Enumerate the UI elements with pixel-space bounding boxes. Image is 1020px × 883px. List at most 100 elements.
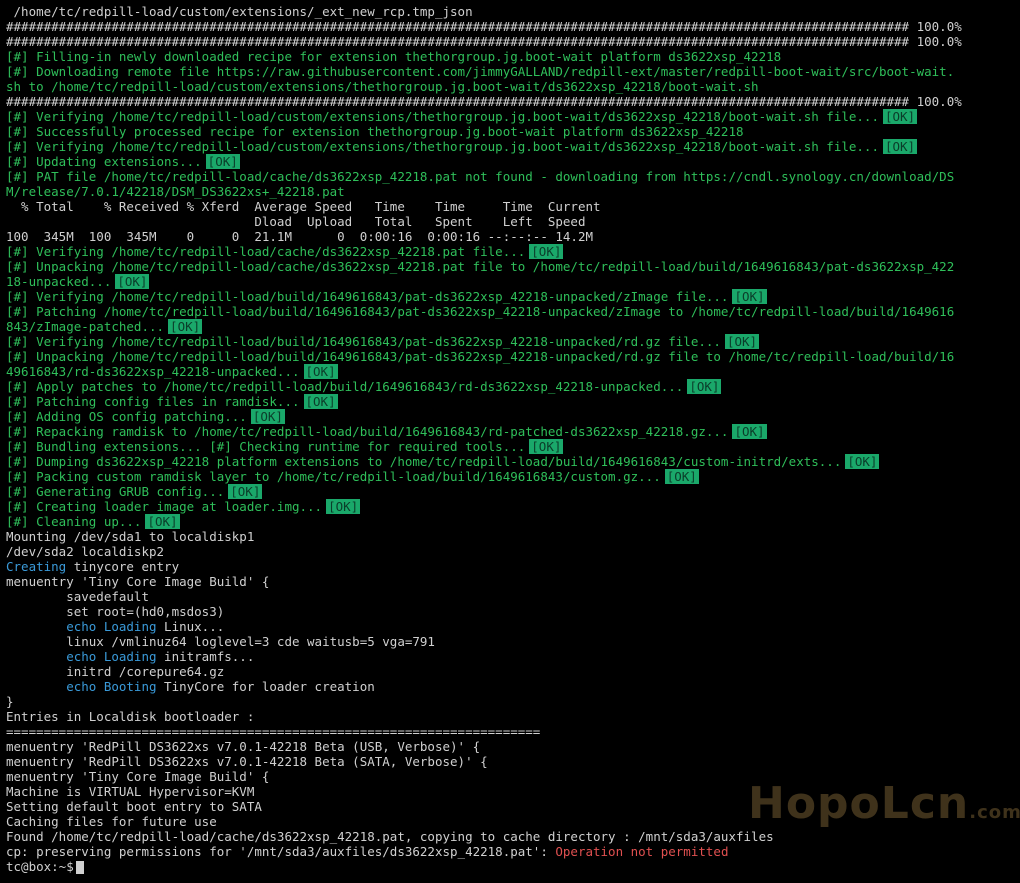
terminal-text: Machine is VIRTUAL Hypervisor=KVM: [6, 784, 255, 799]
terminal-line: [#] Bundling extensions... [#] Checking …: [6, 439, 1018, 454]
terminal-text: [#] Verifying /home/tc/redpill-load/cust…: [6, 109, 879, 124]
error-text: Operation not permitted: [555, 844, 729, 859]
terminal-line: [#] Generating GRUB config... [OK]: [6, 484, 1018, 499]
terminal-text: ========================================…: [6, 724, 541, 739]
ok-status-badge: [OK]: [529, 439, 564, 454]
terminal-text: }: [6, 694, 14, 709]
ok-status-badge: [OK]: [168, 319, 203, 334]
ok-status-badge: [OK]: [529, 244, 564, 259]
ok-status-badge: [OK]: [303, 394, 338, 409]
terminal-text: 843/zImage-patched...: [6, 319, 165, 334]
terminal-text: menuentry 'Tiny Core Image Build' {: [6, 574, 270, 589]
terminal-text: [#] Generating GRUB config...: [6, 484, 225, 499]
terminal-text: [#] Packing custom ramdisk layer to /hom…: [6, 469, 661, 484]
terminal-line: [#] Successfully processed recipe for ex…: [6, 124, 1018, 139]
terminal-line: linux /vmlinuz64 loglevel=3 cde waitusb=…: [6, 634, 1018, 649]
terminal-line: [#] Patching config files in ramdisk...[…: [6, 394, 1018, 409]
ok-status-badge: [OK]: [145, 514, 180, 529]
terminal-line: Creating tinycore entry: [6, 559, 1018, 574]
terminal-text: [#] Repacking ramdisk to /home/tc/redpil…: [6, 424, 729, 439]
terminal-line: ########################################…: [6, 94, 1018, 109]
terminal-text: [#] Verifying /home/tc/redpill-load/cust…: [6, 139, 879, 154]
terminal-text: set root=(hd0,msdos3): [6, 604, 225, 619]
terminal-text: % Total % Received % Xferd Average Speed…: [6, 199, 601, 214]
ok-status-badge: [OK]: [326, 499, 361, 514]
terminal-line: % Total % Received % Xferd Average Speed…: [6, 199, 1018, 214]
terminal-text: [#] Verifying /home/tc/redpill-load/cach…: [6, 244, 526, 259]
terminal-line: Found /home/tc/redpill-load/cache/ds3622…: [6, 829, 1018, 844]
terminal-text: ########################################…: [6, 94, 962, 109]
terminal-line: 49616843/rd-ds3622xsp_42218-unpacked...[…: [6, 364, 1018, 379]
terminal-line: set root=(hd0,msdos3): [6, 604, 1018, 619]
terminal-line: [#] Verifying /home/tc/redpill-load/buil…: [6, 289, 1018, 304]
terminal-text: [#] Cleaning up...: [6, 514, 142, 529]
ok-status-badge: [OK]: [882, 109, 918, 124]
terminal-text: [#] Bundling extensions... [#] Checking …: [6, 439, 526, 454]
ok-status-badge: [OK]: [303, 364, 338, 379]
terminal-text: ########################################…: [6, 19, 962, 34]
shell-prompt: tc@box:~$: [6, 859, 74, 874]
terminal-line: [#] Patching /home/tc/redpill-load/build…: [6, 304, 1018, 319]
terminal-line: [#] Verifying /home/tc/redpill-load/cust…: [6, 109, 1018, 124]
terminal-text: TinyCore for loader creation: [156, 679, 375, 694]
terminal-text: tinycore entry: [66, 559, 180, 574]
terminal-line: Entries in Localdisk bootloader :: [6, 709, 1018, 724]
terminal-line: }: [6, 694, 1018, 709]
terminal-text: ########################################…: [6, 34, 962, 49]
terminal-line: ########################################…: [6, 34, 1018, 49]
terminal-line: [#] Unpacking /home/tc/redpill-load/buil…: [6, 349, 1018, 364]
terminal-text: Dload Upload Total Spent Left Speed: [6, 214, 586, 229]
terminal-line: Mounting /dev/sda1 to localdiskp1: [6, 529, 1018, 544]
terminal-line: cp: preserving permissions for '/mnt/sda…: [6, 844, 1018, 859]
ok-status-badge: [OK]: [205, 154, 240, 169]
terminal-text: 100 345M 100 345M 0 0 21.1M 0 0:00:16 0:…: [6, 229, 593, 244]
terminal-line: [#] Packing custom ramdisk layer to /hom…: [6, 469, 1018, 484]
terminal-line: menuentry 'RedPill DS3622xs v7.0.1-42218…: [6, 754, 1018, 769]
terminal-text: [#] Unpacking /home/tc/redpill-load/cach…: [6, 259, 955, 274]
terminal-text: [#] Filling-in newly downloaded recipe f…: [6, 49, 782, 64]
terminal-text: Linux...: [156, 619, 225, 634]
terminal-text: echo Loading: [6, 649, 157, 664]
terminal-line: sh to /home/tc/redpill-load/custom/exten…: [6, 79, 1018, 94]
terminal-line: 100 345M 100 345M 0 0 21.1M 0 0:00:16 0:…: [6, 229, 1018, 244]
terminal-text: 18-unpacked...: [6, 274, 112, 289]
terminal-line: 18-unpacked... [OK]: [6, 274, 1018, 289]
terminal-line: [#] Cleaning up... [OK]: [6, 514, 1018, 529]
ok-status-badge: [OK]: [724, 334, 760, 349]
terminal-line: [#] Verifying /home/tc/redpill-load/cach…: [6, 244, 1018, 259]
terminal-text: cp: preserving permissions for '/mnt/sda…: [6, 844, 556, 859]
watermark-suffix: .com: [969, 802, 1020, 823]
terminal-text: [#] Creating loader image at loader.img.…: [6, 499, 323, 514]
ok-status-badge: [OK]: [250, 409, 285, 424]
terminal-line: menuentry 'RedPill DS3622xs v7.0.1-42218…: [6, 739, 1018, 754]
terminal-line: [#] Unpacking /home/tc/redpill-load/cach…: [6, 259, 1018, 274]
terminal-text: savedefault: [6, 589, 149, 604]
terminal-text: 49616843/rd-ds3622xsp_42218-unpacked...: [6, 364, 300, 379]
terminal-text: [#] Patching /home/tc/redpill-load/build…: [6, 304, 955, 319]
terminal-line: [#] Filling-in newly downloaded recipe f…: [6, 49, 1018, 64]
terminal-text: menuentry 'RedPill DS3622xs v7.0.1-42218…: [6, 739, 481, 754]
terminal-line: ########################################…: [6, 19, 1018, 34]
terminal-text: [#] Successfully processed recipe for ex…: [6, 124, 744, 139]
terminal-text: /home/tc/redpill-load/custom/extensions/…: [6, 4, 473, 19]
terminal-text: [#] Unpacking /home/tc/redpill-load/buil…: [6, 349, 955, 364]
terminal-line: initrd /corepure64.gz: [6, 664, 1018, 679]
terminal-text: Entries in Localdisk bootloader :: [6, 709, 255, 724]
terminal-line: echo Loading initramfs...: [6, 649, 1018, 664]
terminal-text: [#] Adding OS config patching...: [6, 409, 247, 424]
terminal-line: M/release/7.0.1/42218/DSM_DS3622xs+_4221…: [6, 184, 1018, 199]
ok-status-badge: [OK]: [732, 289, 767, 304]
terminal-text: /dev/sda2 localdiskp2: [6, 544, 165, 559]
terminal-text: initrd /corepure64.gz: [6, 664, 225, 679]
terminal-text: [#] Dumping ds3622xsp_42218 platform ext…: [6, 454, 842, 469]
ok-status-badge: [OK]: [228, 484, 263, 499]
terminal-line: [#] Verifying /home/tc/redpill-load/cust…: [6, 139, 1018, 154]
ok-status-badge: [OK]: [687, 379, 722, 394]
terminal-text: Creating: [6, 559, 67, 574]
terminal-text: M/release/7.0.1/42218/DSM_DS3622xs+_4221…: [6, 184, 345, 199]
prompt-line[interactable]: tc@box:~$: [6, 859, 1018, 874]
terminal-text: [#] Patching config files in ramdisk...: [6, 394, 300, 409]
terminal-text: Mounting /dev/sda1 to localdiskp1: [6, 529, 255, 544]
terminal-text: [#] Verifying /home/tc/redpill-load/buil…: [6, 334, 721, 349]
terminal-text: [#] Verifying /home/tc/redpill-load/buil…: [6, 289, 729, 304]
